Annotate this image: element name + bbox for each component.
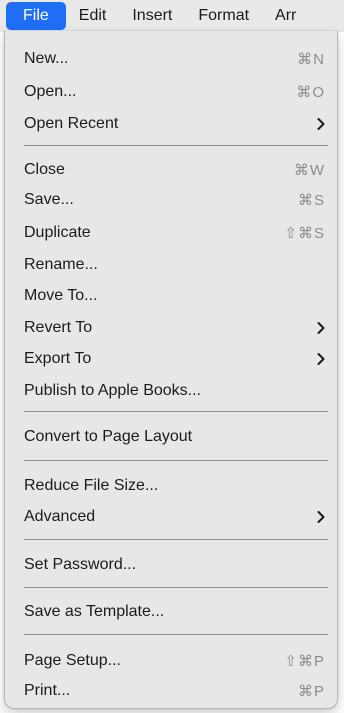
- menu-bar: File Edit Insert Format Arr: [0, 0, 344, 32]
- menu-item-rename[interactable]: Rename...: [5, 250, 339, 280]
- menu-item-label: Open...: [24, 83, 77, 100]
- menu-item-convert-page-layout[interactable]: Convert to Page Layout: [5, 422, 339, 452]
- menu-item-label: Rename...: [24, 256, 98, 273]
- menu-item-open-recent[interactable]: Open Recent: [5, 109, 339, 139]
- shortcut-label: ⇧⌘P: [284, 653, 325, 670]
- menu-insert[interactable]: Insert: [119, 2, 185, 30]
- menu-item-revert-to[interactable]: Revert To: [5, 313, 339, 343]
- file-menu-dropdown: New... ⌘N Open... ⌘O Open Recent Close ⌘…: [4, 31, 338, 709]
- menu-item-export-to[interactable]: Export To: [5, 344, 339, 374]
- menu-separator: [24, 411, 328, 412]
- shortcut-label: ⌘W: [293, 162, 325, 179]
- menu-item-save-as-template[interactable]: Save as Template...: [5, 597, 339, 627]
- shortcut-label: ⌘N: [297, 51, 325, 68]
- shortcut-label: ⌘P: [297, 683, 325, 700]
- chevron-right-icon: [317, 118, 325, 130]
- menu-item-open[interactable]: Open... ⌘O: [5, 77, 339, 107]
- menu-arrange[interactable]: Arr: [262, 2, 309, 30]
- menu-item-label: Advanced: [24, 508, 96, 525]
- shortcut-label: ⌘S: [297, 192, 325, 209]
- menu-item-label: Print...: [24, 682, 71, 699]
- menu-item-label: Open Recent: [24, 115, 119, 132]
- menu-item-move-to[interactable]: Move To...: [5, 281, 339, 311]
- menu-item-new[interactable]: New... ⌘N: [5, 44, 339, 74]
- menu-item-label: Save as Template...: [24, 603, 165, 620]
- menu-item-close[interactable]: Close ⌘W: [5, 155, 339, 185]
- menu-item-label: Page Setup...: [24, 652, 121, 669]
- chevron-right-icon: [317, 353, 325, 365]
- menu-separator: [24, 145, 328, 146]
- chevron-right-icon: [317, 511, 325, 523]
- menu-separator: [24, 539, 328, 540]
- menu-item-label: Close: [24, 161, 65, 178]
- menu-item-label: Duplicate: [24, 224, 91, 241]
- shortcut-label: ⌘O: [296, 84, 325, 101]
- menu-format[interactable]: Format: [185, 2, 262, 30]
- menu-item-print[interactable]: Print... ⌘P: [5, 676, 339, 706]
- shortcut-label: ⇧⌘S: [284, 225, 325, 242]
- menu-file[interactable]: File: [6, 2, 66, 30]
- menu-item-reduce-file-size[interactable]: Reduce File Size...: [5, 471, 339, 501]
- menu-separator: [24, 587, 328, 588]
- menu-item-label: New...: [24, 50, 69, 67]
- menu-item-label: Publish to Apple Books...: [24, 382, 201, 399]
- menu-edit[interactable]: Edit: [66, 2, 120, 30]
- menu-item-label: Revert To: [24, 319, 93, 336]
- menu-item-label: Reduce File Size...: [24, 477, 159, 494]
- menu-item-label: Export To: [24, 350, 92, 367]
- menu-item-save[interactable]: Save... ⌘S: [5, 185, 339, 215]
- menu-item-label: Set Password...: [24, 556, 137, 573]
- menu-separator: [24, 460, 328, 461]
- menu-item-advanced[interactable]: Advanced: [5, 502, 339, 532]
- menu-item-label: Convert to Page Layout: [24, 428, 193, 445]
- menu-item-label: Save...: [24, 191, 74, 208]
- menu-separator: [24, 634, 328, 635]
- menu-item-page-setup[interactable]: Page Setup... ⇧⌘P: [5, 646, 339, 676]
- chevron-right-icon: [317, 322, 325, 334]
- menu-item-publish-apple-books[interactable]: Publish to Apple Books...: [5, 376, 339, 406]
- menu-item-duplicate[interactable]: Duplicate ⇧⌘S: [5, 218, 339, 248]
- menu-item-set-password[interactable]: Set Password...: [5, 550, 339, 580]
- menu-item-label: Move To...: [24, 287, 98, 304]
